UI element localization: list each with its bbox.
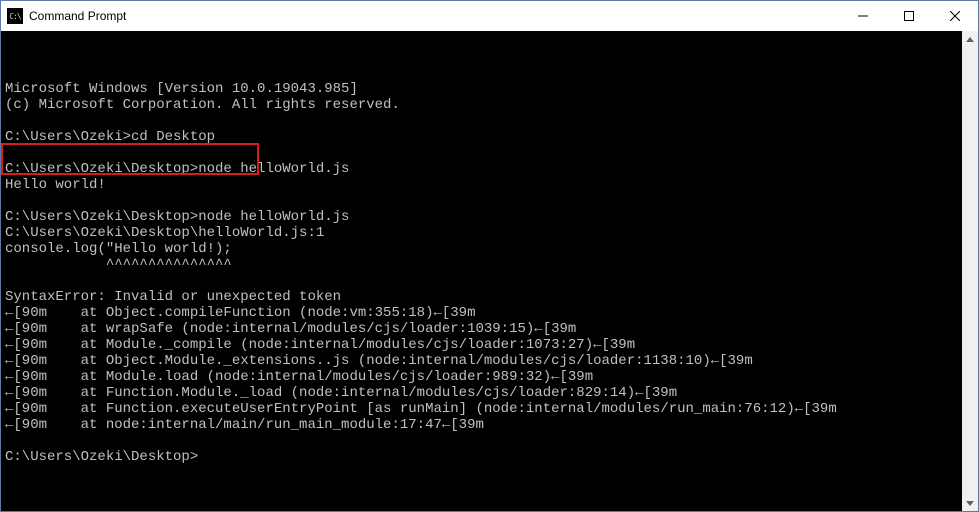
console-line: ←[90m at node:internal/main/run_main_mod… (5, 417, 958, 433)
console-line: ←[90m at Object.compileFunction (node:vm… (5, 305, 958, 321)
console-line: C:\Users\Ozeki>cd Desktop (5, 129, 958, 145)
console-line: ←[90m at wrapSafe (node:internal/modules… (5, 321, 958, 337)
maximize-icon (904, 11, 914, 21)
console-line (5, 273, 958, 289)
console-line: (c) Microsoft Corporation. All rights re… (5, 97, 958, 113)
scroll-down-arrow[interactable] (962, 495, 978, 511)
window-controls (840, 1, 978, 31)
chevron-up-icon (966, 37, 974, 42)
titlebar[interactable]: C:\ Command Prompt (1, 1, 978, 31)
console-line: Hello world! (5, 177, 958, 193)
console-line: ^^^^^^^^^^^^^^^ (5, 257, 958, 273)
close-icon (950, 11, 960, 21)
console-line: C:\Users\Ozeki\Desktop> (5, 449, 958, 465)
console-line: ←[90m at Function.executeUserEntryPoint … (5, 401, 958, 417)
vertical-scrollbar[interactable] (962, 31, 978, 511)
console-line: C:\Users\Ozeki\Desktop>node helloWorld.j… (5, 161, 958, 177)
console-line: Microsoft Windows [Version 10.0.19043.98… (5, 81, 958, 97)
close-button[interactable] (932, 1, 978, 31)
chevron-down-icon (966, 501, 974, 506)
scroll-up-arrow[interactable] (962, 31, 978, 47)
cmd-icon: C:\ (7, 8, 23, 24)
console-line: SyntaxError: Invalid or unexpected token (5, 289, 958, 305)
console-wrapper: Microsoft Windows [Version 10.0.19043.98… (1, 31, 978, 511)
console-line: ←[90m at Function.Module._load (node:int… (5, 385, 958, 401)
console-line (5, 193, 958, 209)
console-line: C:\Users\Ozeki\Desktop>node helloWorld.j… (5, 209, 958, 225)
console-line: ←[90m at Module.load (node:internal/modu… (5, 369, 958, 385)
console-line: ←[90m at Module._compile (node:internal/… (5, 337, 958, 353)
maximize-button[interactable] (886, 1, 932, 31)
console-line (5, 145, 958, 161)
minimize-button[interactable] (840, 1, 886, 31)
minimize-icon (858, 11, 868, 21)
window-title: Command Prompt (29, 9, 840, 23)
console-line: ←[90m at Object.Module._extensions..js (… (5, 353, 958, 369)
console-line: C:\Users\Ozeki\Desktop\helloWorld.js:1 (5, 225, 958, 241)
console-line (5, 113, 958, 129)
console-line (5, 433, 958, 449)
scroll-track[interactable] (962, 47, 978, 495)
console-output[interactable]: Microsoft Windows [Version 10.0.19043.98… (1, 31, 962, 511)
console-line: console.log("Hello world!); (5, 241, 958, 257)
